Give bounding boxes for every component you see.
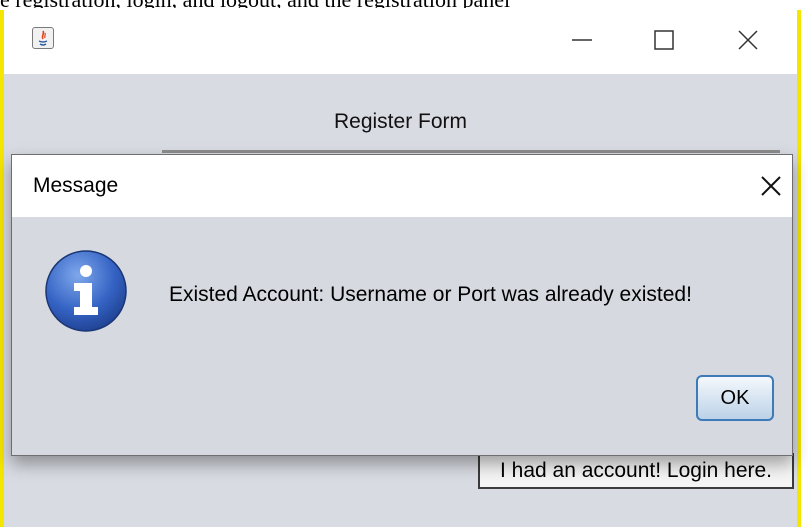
ok-button[interactable]: OK — [696, 375, 774, 421]
info-icon — [42, 247, 130, 335]
form-title: Register Form — [333, 110, 468, 133]
login-here-button[interactable]: I had an account! Login here. — [478, 453, 794, 489]
background-document-text: e registration, login, and logout, and t… — [0, 0, 808, 8]
java-app-icon — [32, 27, 54, 49]
maximize-icon[interactable] — [644, 20, 684, 60]
window-close-icon[interactable] — [728, 20, 768, 60]
dialog-title: Message — [33, 174, 119, 197]
message-dialog: Message Existed Account: Username or Por… — [11, 154, 793, 456]
main-titlebar — [4, 10, 797, 74]
form-divider — [162, 150, 780, 153]
dialog-close-icon[interactable] — [756, 171, 786, 201]
minimize-icon[interactable] — [562, 20, 602, 60]
dialog-message: Existed Account: Username or Port was al… — [169, 283, 692, 306]
dialog-titlebar: Message — [12, 155, 792, 217]
